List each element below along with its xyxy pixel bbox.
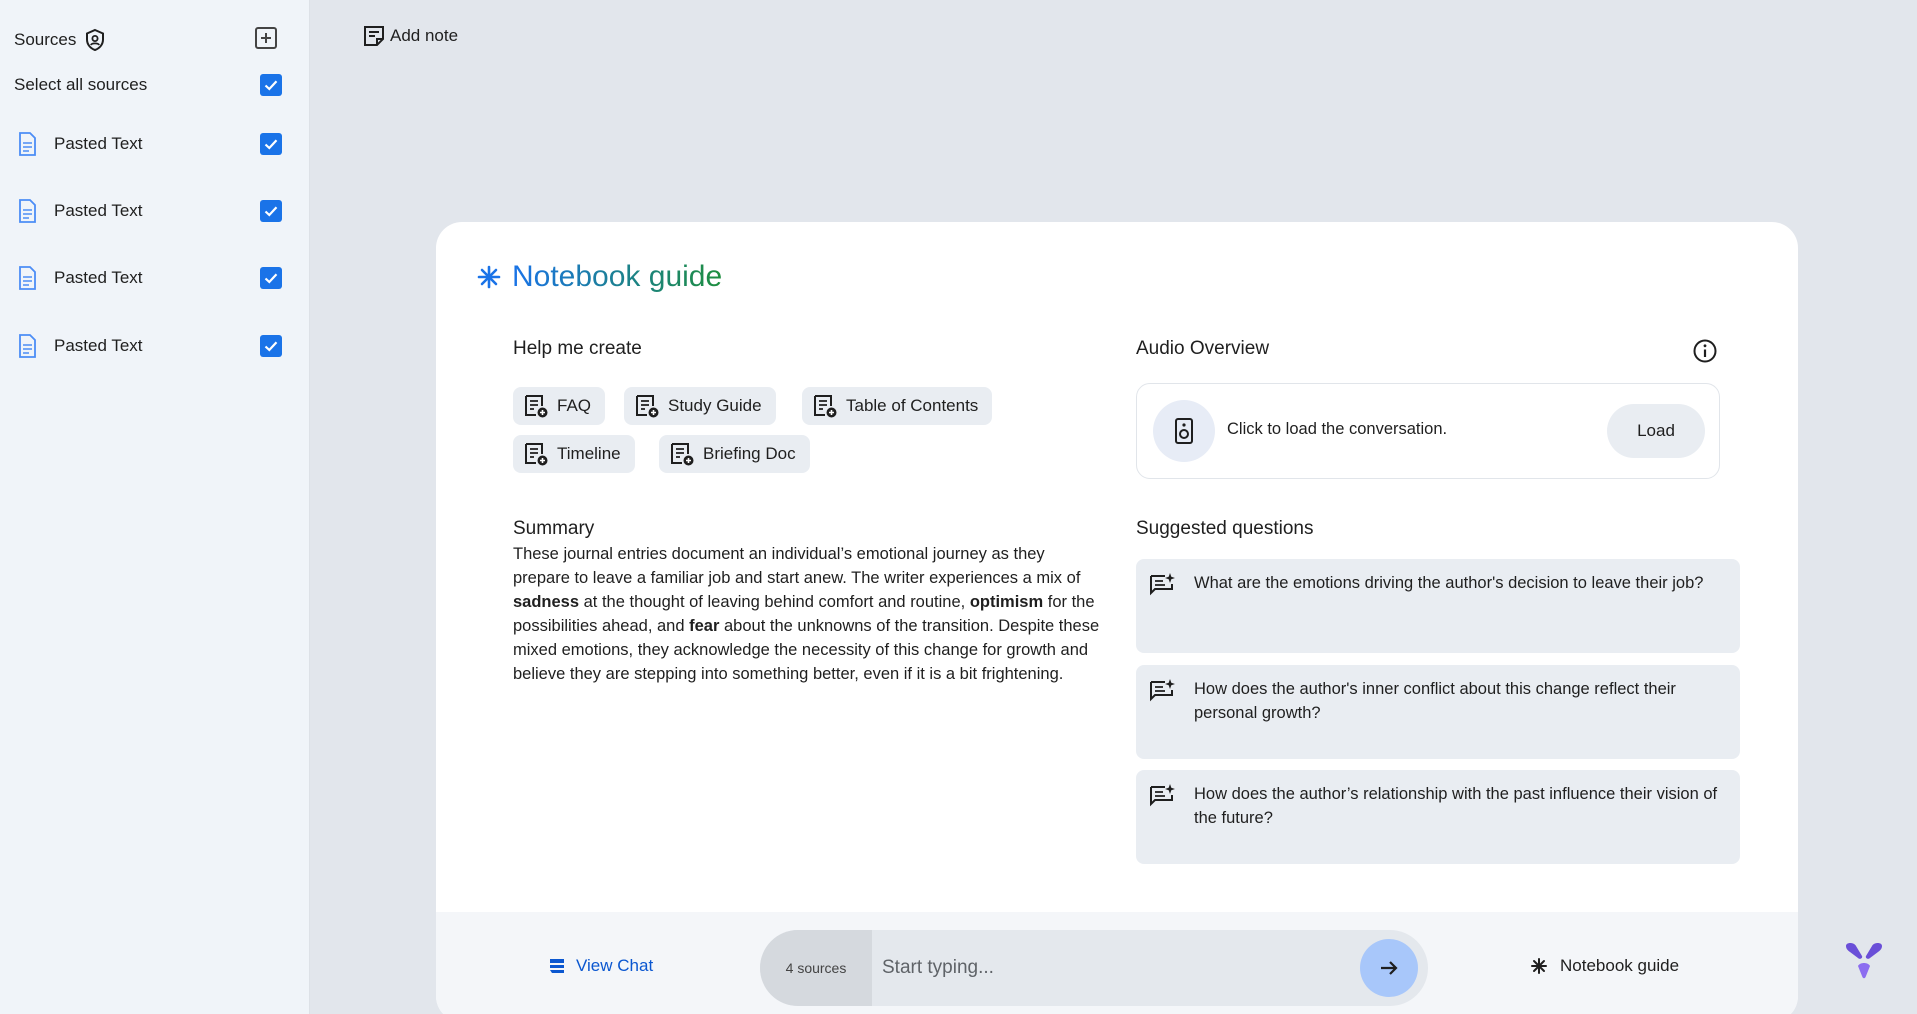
suggested-question[interactable]: How does the author's inner conflict abo… (1136, 665, 1740, 759)
note-icon (364, 26, 384, 46)
select-all-row[interactable]: Select all sources (14, 74, 282, 96)
source-checkbox[interactable] (260, 200, 282, 222)
faq-chip[interactable]: FAQ (513, 387, 606, 425)
summary-text: These journal entries document an indivi… (513, 542, 1103, 686)
sources-count-pill[interactable]: 4 sources (760, 930, 872, 1006)
sparkle-icon (477, 265, 501, 289)
view-chat-label: View Chat (576, 956, 654, 975)
source-checkbox[interactable] (260, 133, 282, 155)
question-text: How does the author's inner conflict abo… (1194, 680, 1676, 722)
summary-title: Summary (513, 518, 595, 539)
summary-keyword: fear (689, 617, 720, 635)
summary-keyword: sadness (513, 593, 580, 611)
suggested-question[interactable]: What are the emotions driving the author… (1136, 559, 1740, 653)
chat-sparkle-icon (1150, 784, 1175, 807)
select-all-checkbox[interactable] (260, 74, 282, 96)
shield-icon (86, 28, 105, 52)
chat-icon (550, 959, 564, 973)
notebook-guide-label: Notebook guide (1560, 956, 1680, 975)
question-text: What are the emotions driving the author… (1194, 574, 1704, 592)
suggested-questions-title: Suggested questions (1136, 518, 1314, 539)
sparkle-icon (1531, 958, 1547, 974)
add-doc-icon (814, 395, 837, 418)
add-note-label: Add note (390, 26, 459, 45)
send-button[interactable] (1360, 939, 1418, 997)
suggested-question[interactable]: How does the author’s relationship with … (1136, 770, 1740, 864)
summary-part: These journal entries document an indivi… (513, 545, 1081, 587)
add-doc-icon (525, 443, 548, 466)
table-of-contents-chip-label: Table of Contents (846, 396, 979, 415)
select-all-label: Select all sources (14, 75, 148, 94)
source-item[interactable]: Pasted Text (14, 333, 282, 359)
load-button[interactable]: Load (1607, 404, 1705, 458)
audio-overview-title: Audio Overview (1136, 338, 1270, 359)
sources-header: Sources (14, 28, 106, 52)
audio-load-text: Click to load the conversation. (1227, 420, 1448, 438)
source-item-label: Pasted Text (54, 134, 143, 153)
source-item[interactable]: Pasted Text (14, 265, 282, 291)
document-icon (19, 266, 36, 290)
chat-input[interactable] (872, 957, 1360, 979)
view-chat-button[interactable]: View Chat (548, 956, 653, 976)
guide-title-text: Notebook guide (512, 260, 723, 293)
add-doc-icon (636, 395, 659, 418)
add-doc-icon (671, 443, 694, 466)
audio-overview-box: Click to load the conversation. Load (1136, 383, 1720, 479)
document-icon (19, 334, 36, 358)
source-item-label: Pasted Text (54, 201, 143, 220)
timeline-chip-label: Timeline (557, 444, 621, 463)
sources-sidebar: Sources Select all sources Pasted Text P… (0, 0, 310, 1014)
document-icon (19, 199, 36, 223)
add-source-icon[interactable] (254, 26, 278, 50)
notebook-guide-button[interactable]: Notebook guide (1530, 956, 1679, 976)
source-item[interactable]: Pasted Text (14, 131, 282, 157)
speaker-icon (1153, 400, 1215, 462)
faq-chip-label: FAQ (557, 396, 592, 415)
summary-part: at the thought of leaving behind comfort… (579, 593, 970, 611)
chat-bar: View Chat 4 sources Notebook guide (436, 912, 1798, 1014)
source-item-label: Pasted Text (54, 336, 143, 355)
timeline-chip[interactable]: Timeline (513, 435, 635, 473)
arrow-right-icon (1381, 961, 1398, 975)
info-icon[interactable] (1692, 338, 1718, 364)
briefing-doc-chip[interactable]: Briefing Doc (659, 435, 810, 473)
source-checkbox[interactable] (260, 267, 282, 289)
help-me-create-title: Help me create (513, 338, 642, 359)
add-note-button[interactable]: Add note (362, 24, 458, 48)
guide-title: Notebook guide (476, 260, 722, 294)
chat-sparkle-icon (1150, 679, 1175, 702)
summary-keyword: optimism (969, 593, 1044, 611)
source-item-label: Pasted Text (54, 268, 143, 287)
study-guide-chip-label: Study Guide (668, 396, 762, 415)
table-of-contents-chip[interactable]: Table of Contents (802, 387, 993, 425)
source-item[interactable]: Pasted Text (14, 198, 282, 224)
add-doc-icon (525, 395, 548, 418)
document-icon (19, 132, 36, 156)
source-checkbox[interactable] (260, 335, 282, 357)
chat-input-box: 4 sources (760, 930, 1428, 1006)
briefing-doc-chip-label: Briefing Doc (703, 444, 796, 463)
sources-title: Sources (14, 30, 77, 49)
logo-icon (1846, 943, 1882, 979)
question-text: How does the author’s relationship with … (1194, 785, 1718, 827)
study-guide-chip[interactable]: Study Guide (624, 387, 776, 425)
chat-sparkle-icon (1150, 573, 1175, 596)
notebook-guide-panel: Notebook guide Help me create FAQ Study … (436, 222, 1798, 1014)
